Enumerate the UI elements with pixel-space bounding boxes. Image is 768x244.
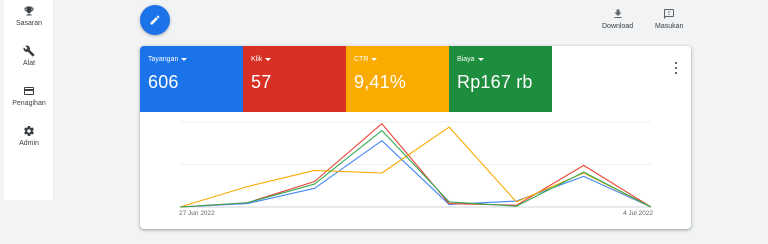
x-tick-label: 27 Jun 2022 — [179, 210, 215, 217]
nav-item-label: Penagihan — [12, 100, 46, 107]
gear-icon — [22, 124, 36, 138]
nav-item-penagihan[interactable]: Penagihan — [4, 84, 54, 107]
performance-card: Tayangan 606 Klik 57 CTR 9,41% Biaya Rp1… — [140, 46, 691, 229]
metric-name: CTR — [354, 56, 369, 63]
metric-value: 57 — [251, 72, 272, 92]
feedback-button[interactable]: Masukan — [655, 8, 683, 30]
edit-fab-button[interactable] — [140, 5, 170, 35]
metric-name: Klik — [251, 56, 263, 63]
download-label: Download — [602, 23, 634, 30]
line-chart — [179, 121, 652, 208]
dropdown-caret-icon — [265, 58, 272, 61]
more-options-button[interactable] — [671, 60, 681, 76]
performance-chart: 27 Jun 2022 4 Jul 2022 — [140, 112, 691, 229]
metric-value: Rp167 rb — [457, 72, 533, 92]
download-icon — [612, 8, 624, 20]
dropdown-caret-icon — [477, 58, 484, 61]
nav-item-sasaran[interactable]: Sasaran — [4, 4, 54, 27]
series-line-3 — [179, 129, 652, 208]
metric-name: Biaya — [457, 56, 475, 63]
dropdown-caret-icon — [371, 58, 378, 61]
dropdown-caret-icon — [181, 58, 188, 61]
series-line-1 — [179, 123, 652, 208]
metric-name: Tayangan — [148, 56, 179, 63]
trophy-icon — [22, 4, 36, 18]
x-tick-label: 4 Jul 2022 — [623, 210, 653, 217]
metric-tile-clicks[interactable]: Klik 57 — [243, 46, 346, 112]
metric-tile-ctr[interactable]: CTR 9,41% — [346, 46, 449, 112]
tools-icon — [22, 44, 36, 58]
metric-value: 606 — [148, 72, 179, 92]
feedback-icon — [663, 8, 675, 20]
nav-item-label: Sasaran — [15, 20, 43, 27]
download-button[interactable]: Download — [602, 8, 633, 30]
nav-item-admin[interactable]: Admin — [4, 124, 54, 147]
nav-item-label: Admin — [19, 140, 39, 147]
nav-item-label: Alat — [22, 60, 36, 67]
side-nav: Sasaran Alat Penagihan Admin — [4, 0, 54, 200]
pencil-icon — [149, 14, 161, 26]
metric-value: 9,41% — [354, 72, 407, 92]
metric-tile-cost[interactable]: Biaya Rp167 rb — [449, 46, 552, 112]
nav-item-alat[interactable]: Alat — [4, 44, 54, 67]
credit-card-icon — [22, 84, 36, 98]
metric-tiles: Tayangan 606 Klik 57 CTR 9,41% Biaya Rp1… — [140, 46, 552, 112]
metric-tile-impressions[interactable]: Tayangan 606 — [140, 46, 243, 112]
feedback-label: Masukan — [655, 23, 684, 30]
